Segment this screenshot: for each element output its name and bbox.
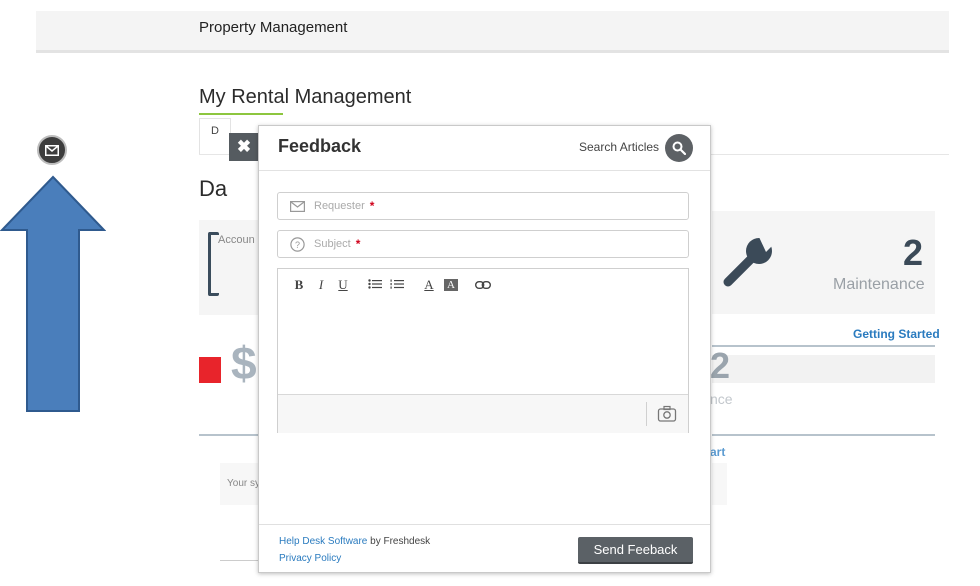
envelope-icon [45, 144, 59, 156]
alert-block [199, 357, 221, 383]
required-marker: * [355, 237, 361, 251]
page-title: My Rental Management [199, 86, 412, 108]
svg-text:?: ? [294, 240, 299, 250]
bottom-divider [220, 560, 260, 561]
link-icon[interactable] [472, 277, 494, 293]
page-title-underline [199, 113, 283, 115]
font-color-button[interactable]: A [418, 277, 440, 293]
balance-label: nce [710, 391, 733, 407]
question-icon: ? [288, 235, 306, 253]
italic-button[interactable]: I [310, 277, 332, 293]
card-divider [712, 345, 935, 347]
numbered-list-icon[interactable] [386, 277, 408, 293]
help-desk-software-link[interactable]: Help Desk Software [279, 536, 367, 547]
up-arrow-annotation [0, 175, 106, 412]
modal-title: Feedback [278, 136, 362, 156]
right-divider [712, 434, 935, 436]
wrench-icon [723, 237, 774, 287]
powered-by-text: Help Desk Software by Freshdesk [279, 536, 430, 547]
background-color-button[interactable]: A [444, 279, 458, 291]
editor-footer-divider [646, 402, 647, 426]
maintenance-label: Maintenance [833, 276, 925, 293]
getting-started-link[interactable]: Getting Started [853, 327, 940, 341]
requester-field[interactable]: Requester * [277, 192, 689, 220]
search-articles-label[interactable]: Search Articles [579, 140, 659, 154]
subject-placeholder: Subject [314, 238, 351, 250]
search-button[interactable] [665, 134, 693, 162]
maintenance-count: 2 [903, 232, 924, 273]
tab-dashboard-label: D [211, 125, 219, 137]
dollar-icon: $ [231, 337, 257, 389]
by-freshdesk-text: by Freshdesk [367, 536, 431, 547]
subject-field[interactable]: ? Subject * [277, 230, 689, 258]
account-label: Accoun [218, 234, 255, 246]
feedback-floating-button[interactable] [37, 135, 67, 165]
app-title: Property Management [199, 19, 348, 36]
search-icon [672, 141, 686, 155]
balance-count: 2 [710, 345, 731, 386]
editor-toolbar: B I U A A [288, 276, 494, 294]
right-band [712, 355, 935, 383]
bold-button[interactable]: B [288, 277, 310, 293]
system-notice-text: Your sy [227, 478, 260, 489]
top-header-bar [36, 11, 949, 53]
left-divider [199, 434, 259, 436]
privacy-policy-link[interactable]: Privacy Policy [279, 553, 341, 564]
underline-button[interactable]: U [332, 277, 354, 293]
right-notice-box [712, 463, 727, 505]
send-feedback-button[interactable]: Send Feeback [578, 537, 693, 564]
modal-header-divider [259, 170, 710, 171]
envelope-icon [288, 197, 306, 215]
editor-footer [278, 394, 688, 433]
required-marker: * [369, 199, 375, 213]
requester-placeholder: Requester [314, 200, 365, 212]
getting-started-link-2[interactable]: art [710, 445, 725, 459]
dashboard-heading: Da [199, 176, 228, 201]
camera-icon[interactable] [657, 405, 677, 423]
close-button[interactable]: ✖ [229, 133, 259, 161]
modal-footer-divider [259, 524, 710, 525]
bullet-list-icon[interactable] [364, 277, 386, 293]
